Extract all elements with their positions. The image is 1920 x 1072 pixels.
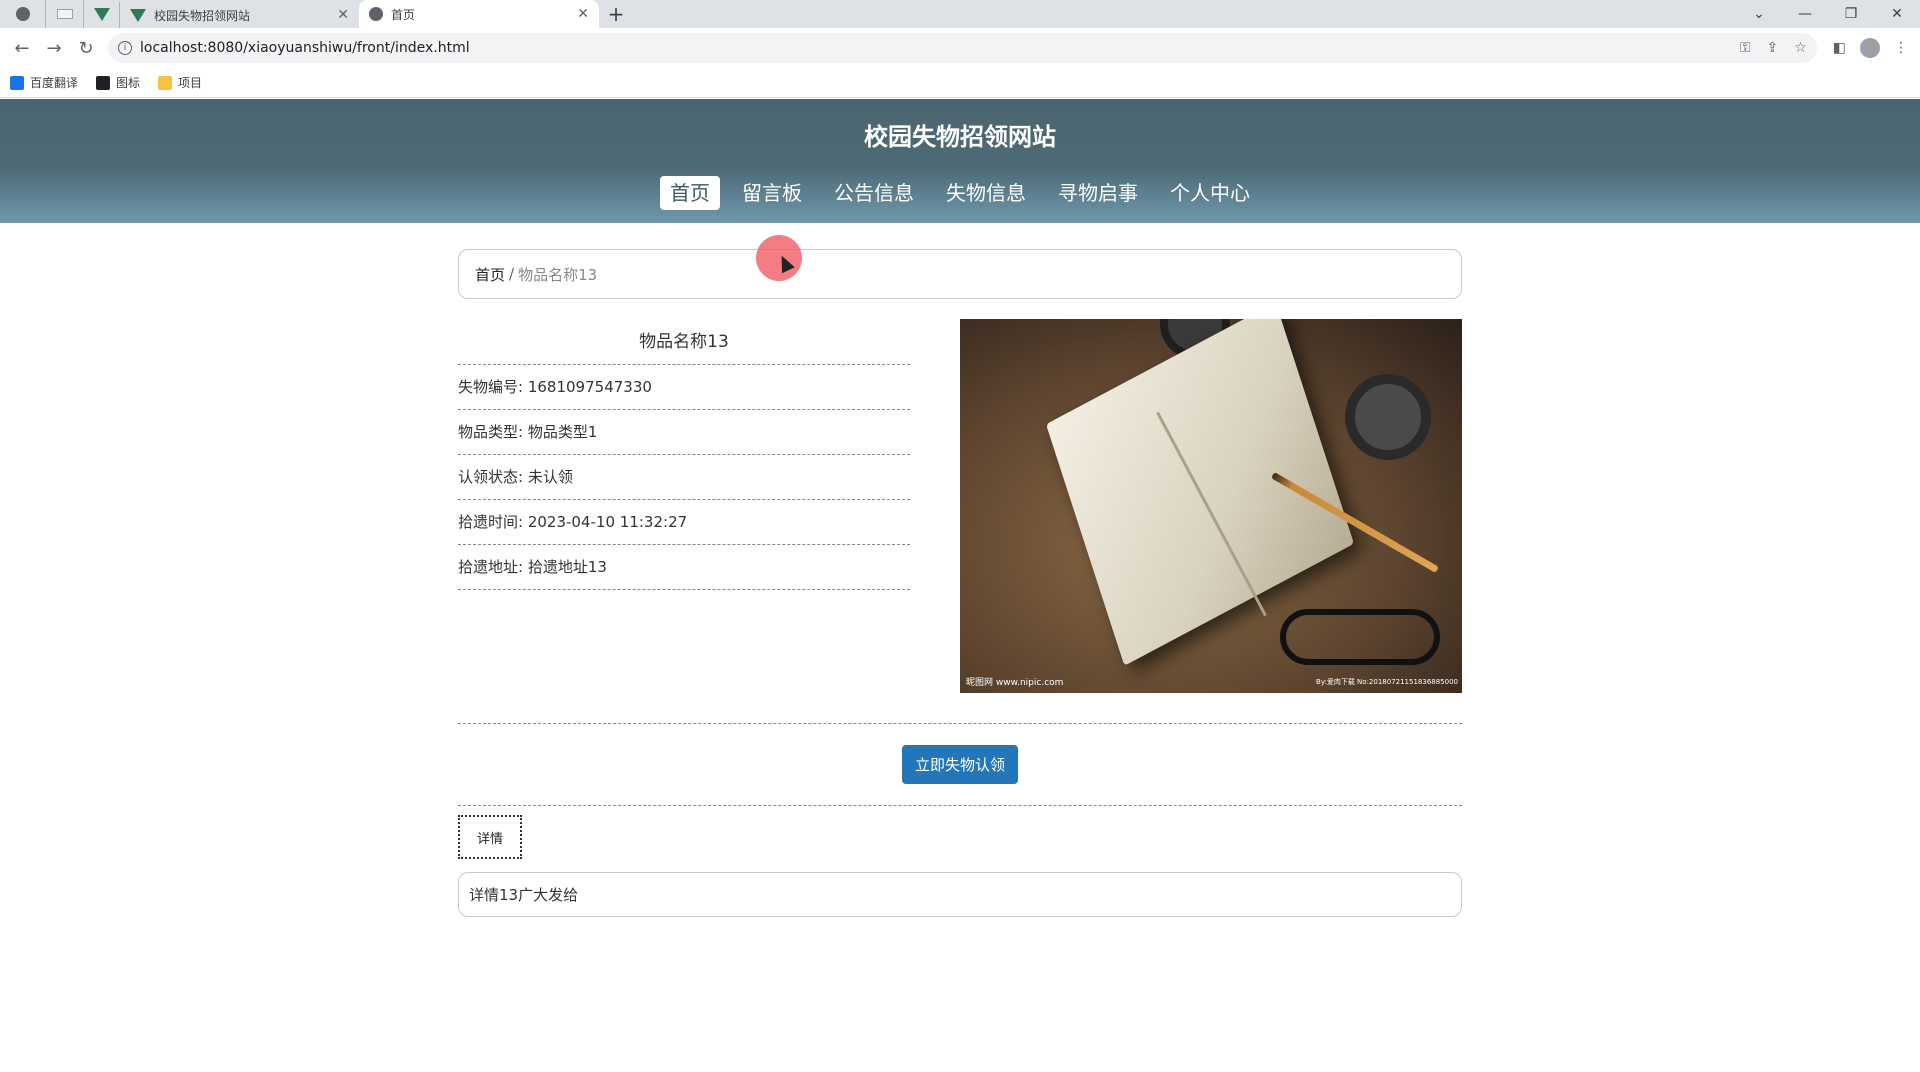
tab-title: 校园失物招领网站 xyxy=(154,8,251,23)
restore-button[interactable]: ❐ xyxy=(1828,6,1874,22)
item-info: 物品名称13 失物编号: 1681097547330 物品类型: 物品类型1 认… xyxy=(458,319,910,590)
field-value: 2023-04-10 11:32:27 xyxy=(527,513,688,531)
item-photo: 昵图网 www.nipic.com By:爱肉下载 No:20180721151… xyxy=(960,319,1462,693)
pinned-tab-vue[interactable] xyxy=(83,0,119,28)
back-button[interactable]: ← xyxy=(6,32,38,64)
side-panel-icon[interactable]: ◧ xyxy=(1833,40,1846,56)
nav-announcements[interactable]: 公告信息 xyxy=(824,176,924,210)
field-label: 失物编号: xyxy=(458,378,524,396)
field-value: 未认领 xyxy=(527,468,573,486)
nav-personal-center[interactable]: 个人中心 xyxy=(1160,176,1260,210)
tab-title: 首页 xyxy=(391,7,416,22)
detail-content: 详情13广大发给 xyxy=(458,872,1462,917)
bookmark-item[interactable]: 图标 xyxy=(96,74,140,91)
photo-watermark-right: By:爱肉下载 No:20180721151836885000 xyxy=(1316,678,1458,686)
info-row: 认领状态: 未认领 xyxy=(458,455,910,500)
page-icon xyxy=(56,9,73,19)
breadcrumb-separator: / xyxy=(509,265,515,283)
close-icon[interactable]: ✕ xyxy=(577,6,589,22)
bookmark-label: 百度翻译 xyxy=(30,76,79,90)
photo-watermark-left: 昵图网 www.nipic.com xyxy=(966,678,1064,688)
item-name: 物品名称13 xyxy=(458,319,910,365)
info-row: 失物编号: 1681097547330 xyxy=(458,365,910,410)
field-label: 拾遗地址: xyxy=(458,558,524,576)
browser-tab-bar: 校园失物招领网站 ✕ 首页 ✕ + ⌄ — ❐ ✕ xyxy=(0,0,1920,28)
info-row: 拾遗地址: 拾遗地址13 xyxy=(458,545,910,590)
breadcrumb-home[interactable]: 首页 xyxy=(475,264,505,285)
address-bar-icons: ⚿ ⇪ ☆ xyxy=(1740,40,1807,56)
glasses-shape xyxy=(1280,609,1440,665)
close-window-button[interactable]: ✕ xyxy=(1874,6,1920,22)
divider xyxy=(458,723,1462,724)
info-icon[interactable]: i xyxy=(118,41,132,55)
forward-button[interactable]: → xyxy=(38,32,70,64)
site-nav: 首页 留言板 公告信息 失物信息 寻物启事 个人中心 xyxy=(0,176,1920,210)
globe-icon xyxy=(369,7,383,21)
tab-detail[interactable]: 详情 xyxy=(458,815,522,859)
info-row: 拾遗时间: 2023-04-10 11:32:27 xyxy=(458,500,910,545)
address-bar[interactable]: i localhost:8080/xiaoyuanshiwu/front/ind… xyxy=(108,33,1817,63)
info-row: 物品类型: 物品类型1 xyxy=(458,410,910,455)
divider xyxy=(458,805,1462,806)
breadcrumb-current: 物品名称13 xyxy=(518,265,598,284)
chevron-down-icon[interactable]: ⌄ xyxy=(1736,6,1782,22)
star-icon[interactable]: ☆ xyxy=(1794,40,1807,56)
field-value: 物品类型1 xyxy=(527,423,598,441)
bookmark-item[interactable]: 项目 xyxy=(158,74,202,91)
vue-logo-icon xyxy=(93,7,110,21)
toolbar-icons: ◧ ⋮ xyxy=(1827,38,1914,58)
pinned-tab-globe[interactable] xyxy=(0,0,45,28)
bookmark-label: 图标 xyxy=(116,76,141,90)
field-label: 拾遗时间: xyxy=(458,513,524,531)
browser-tab-2[interactable]: 首页 ✕ xyxy=(359,0,599,28)
browser-toolbar: ← → ↻ i localhost:8080/xiaoyuanshiwu/fro… xyxy=(0,28,1920,68)
new-tab-button[interactable]: + xyxy=(599,0,633,28)
globe-icon xyxy=(15,7,30,21)
claim-button[interactable]: 立即失物认领 xyxy=(902,745,1018,784)
url-text: localhost:8080/xiaoyuanshiwu/front/index… xyxy=(140,40,470,56)
image-icon xyxy=(96,75,111,90)
field-label: 认领状态: xyxy=(458,468,524,486)
field-value: 1681097547330 xyxy=(527,378,652,396)
vue-logo-icon xyxy=(130,8,146,22)
folder-icon xyxy=(158,75,173,90)
reload-button[interactable]: ↻ xyxy=(70,32,102,64)
window-controls: ⌄ — ❐ ✕ xyxy=(1736,0,1920,28)
nav-lost-notices[interactable]: 寻物启事 xyxy=(1048,176,1148,210)
site-title: 校园失物招领网站 xyxy=(864,123,1056,151)
bookmarks-bar: 百度翻译 图标 项目 xyxy=(0,68,1920,98)
menu-icon[interactable]: ⋮ xyxy=(1894,40,1908,56)
nav-lost-items[interactable]: 失物信息 xyxy=(936,176,1036,210)
nav-home[interactable]: 首页 xyxy=(660,176,720,210)
bookmark-item[interactable]: 百度翻译 xyxy=(10,74,78,91)
translate-icon xyxy=(10,75,24,90)
breadcrumb: 首页 / 物品名称13 xyxy=(458,249,1462,299)
bookmark-label: 项目 xyxy=(178,76,203,90)
browser-tab-1[interactable]: 校园失物招领网站 ✕ xyxy=(119,2,359,28)
camera-lens-shape xyxy=(1345,374,1431,460)
profile-avatar[interactable] xyxy=(1860,38,1880,58)
close-icon[interactable]: ✕ xyxy=(337,7,349,23)
key-icon[interactable]: ⚿ xyxy=(1740,40,1751,56)
field-label: 物品类型: xyxy=(458,423,524,441)
site-header: 校园失物招领网站 首页 留言板 公告信息 失物信息 寻物启事 个人中心 xyxy=(0,99,1920,223)
share-icon[interactable]: ⇪ xyxy=(1766,40,1778,56)
pinned-tab-blank[interactable] xyxy=(45,0,83,28)
minimize-button[interactable]: — xyxy=(1782,6,1828,22)
nav-message-board[interactable]: 留言板 xyxy=(732,176,812,210)
field-value: 拾遗地址13 xyxy=(527,558,607,576)
